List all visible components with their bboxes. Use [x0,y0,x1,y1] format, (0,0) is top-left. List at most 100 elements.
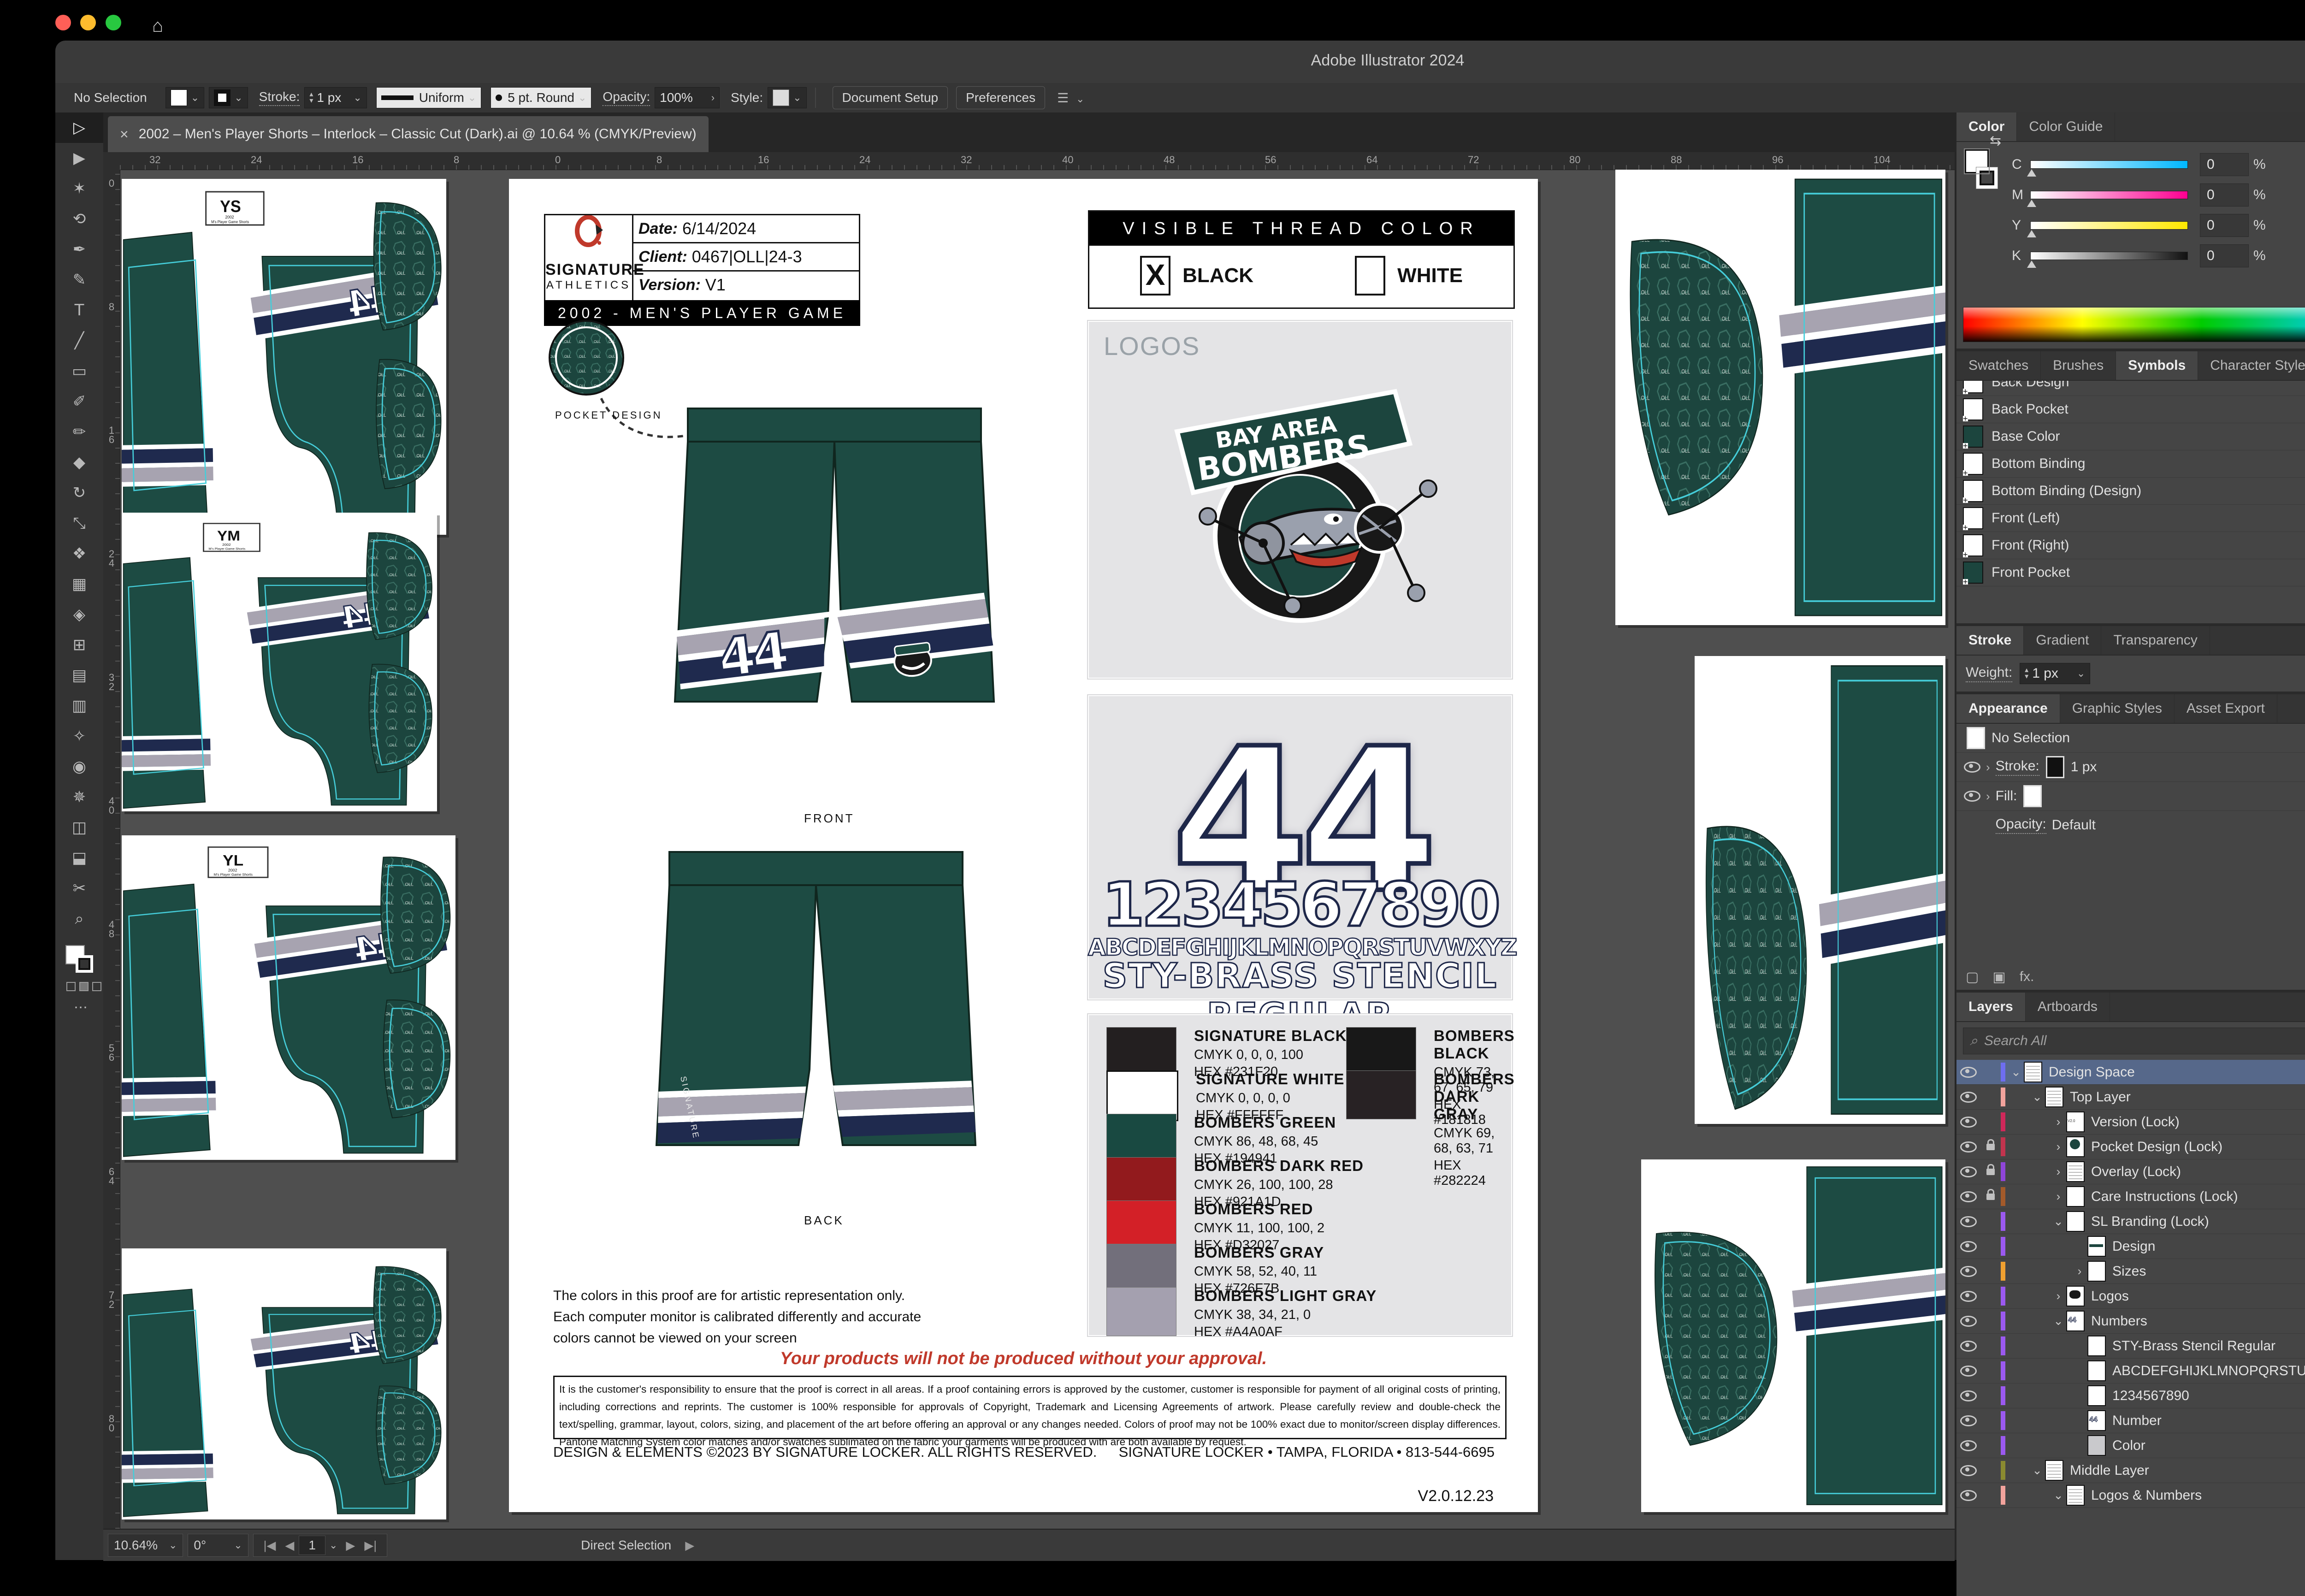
layer-name[interactable]: Design [2112,1239,2305,1254]
layer-name[interactable]: Color [2112,1438,2305,1454]
layer-row[interactable]: ⌄ Logos & Numbers [1956,1483,2305,1508]
fill-stroke-widget[interactable]: ⇆ [1965,149,1998,189]
rotate-tool[interactable]: ↻ [55,478,103,508]
color-channel-k[interactable]: K 0 % [1956,241,2305,271]
free-transform-tool[interactable]: ▦ [55,569,103,599]
stroke-label[interactable]: Stroke: [259,89,300,106]
symbol-item[interactable]: Front (Right) [1956,532,2305,559]
tab-symbols[interactable]: Symbols [2116,351,2198,380]
tab-color-guide[interactable]: Color Guide [2017,112,2115,141]
layer-name[interactable]: Sizes [2112,1264,2305,1279]
stroke-weight-input[interactable]: ▴▾1 px⌄ [304,87,366,108]
channel-slider[interactable] [2030,252,2188,260]
color-channel-m[interactable]: M 0 % [1956,180,2305,210]
visibility-eye-icon[interactable] [1960,1216,1977,1227]
layer-row[interactable]: › Overlay (Lock) [1956,1159,2305,1184]
graph-tool[interactable]: ◫ [55,812,103,843]
pattern-artboard-YM[interactable]: OLL YM 2002 M's Player Game Shorts 44 [122,513,437,811]
pattern-artboard-right[interactable]: OLL [1641,1159,1945,1512]
slice-tool[interactable]: ✂ [55,873,103,904]
pattern-artboard-YS[interactable]: OLL YS 2002 M's Player Game Shorts 44 [122,179,446,535]
tab-color[interactable]: Color [1956,112,2017,141]
layer-row[interactable]: › Logos [1956,1284,2305,1309]
symbol-item[interactable]: Base Color [1956,423,2305,450]
blend-tool[interactable]: ◉ [55,751,103,782]
window-minimize-button[interactable] [80,15,96,30]
style-picker[interactable]: ⌄ [768,87,806,108]
appearance-no-selection-row[interactable]: No Selection [1956,724,2305,753]
visibility-eye-icon[interactable] [1960,1092,1977,1103]
visibility-eye-icon[interactable] [1960,1291,1977,1302]
visibility-eye-icon[interactable] [1960,1067,1977,1078]
expand-chevron-icon[interactable]: ⌄ [2051,1314,2066,1328]
artboard-tool[interactable]: ⬓ [55,843,103,873]
draw-modes[interactable] [66,982,103,991]
pen-tool[interactable]: ✒ [55,234,103,265]
expand-chevron-icon[interactable]: › [2051,1115,2066,1129]
brush-definition-select[interactable]: 5 pt. Round⌄ [491,87,591,108]
main-proof-artboard[interactable]: SIGNATURE ATHLETICS Date:6/14/2024 Clien… [509,179,1538,1512]
layer-row[interactable]: Color [1956,1433,2305,1458]
shaper-tool[interactable]: ✏ [55,417,103,447]
layer-row[interactable]: › Sizes [1956,1259,2305,1284]
visibility-eye-icon[interactable] [1960,1266,1977,1277]
opacity-label[interactable]: Opacity: [603,89,650,106]
expand-chevron-icon[interactable]: ⌄ [2029,1090,2045,1104]
variable-width-profile-select[interactable]: Uniform⌄ [376,87,481,108]
visibility-eye-icon[interactable] [1960,1365,1977,1377]
channel-value-input[interactable]: 0 [2200,183,2249,207]
layer-name[interactable]: Numbers [2091,1313,2305,1329]
tab-gradient[interactable]: Gradient [2024,626,2101,655]
fill-stroke-indicator[interactable] [65,945,93,973]
expand-chevron-icon[interactable]: › [2051,1164,2066,1179]
symbol-item[interactable]: Front (Left) [1956,505,2305,532]
edit-toolbar-icon[interactable]: ⋯ [74,999,103,1016]
tab-layers[interactable]: Layers [1956,993,2026,1021]
visibility-eye-icon[interactable] [1960,1490,1977,1501]
magic-wand-tool[interactable]: ✶ [55,173,103,204]
channel-slider[interactable] [2030,221,2188,230]
window-close-button[interactable] [55,15,71,30]
color-spectrum-bar[interactable] [1963,307,2305,342]
layer-row[interactable]: ⌄ Design Space [1956,1060,2305,1085]
thread-checkbox[interactable]: X [1140,256,1170,296]
tab-brushes[interactable]: Brushes [2041,351,2116,380]
tab-character-styles[interactable]: Character Styles [2198,351,2305,380]
channel-value-input[interactable]: 0 [2200,214,2249,237]
tab-graphic-styles[interactable]: Graphic Styles [2060,694,2175,723]
new-fill-icon[interactable]: ▣ [1992,969,2005,985]
direct-selection-tool[interactable]: ▶ [55,143,103,173]
layer-row[interactable]: ⌄ 44 Numbers [1956,1309,2305,1334]
appearance-stroke-row[interactable]: › Stroke: 1 px [1956,753,2305,782]
visibility-eye-icon[interactable] [1960,1341,1977,1352]
line-segment-tool[interactable]: ╱ [55,325,103,356]
selection-tool[interactable]: ▷ [55,112,103,143]
lock-icon[interactable] [1986,1194,1995,1200]
expand-chevron-icon[interactable]: › [2051,1140,2066,1154]
new-stroke-icon[interactable]: ▢ [1966,969,1979,985]
scale-tool[interactable]: ⤡ [55,508,103,538]
visibility-eye-icon[interactable] [1960,1390,1977,1401]
layer-row[interactable]: ⌄ Middle Layer [1956,1458,2305,1483]
rectangle-tool[interactable]: ▭ [55,356,103,386]
fill-color-picker[interactable]: ⌄ [165,87,204,108]
layer-row[interactable]: 1234567890 [1956,1383,2305,1408]
layer-row[interactable]: ⌄ Top Layer [1956,1085,2305,1110]
tab-stroke[interactable]: Stroke [1956,626,2024,655]
layer-name[interactable]: Pocket Design (Lock) [2091,1139,2305,1155]
lock-icon[interactable] [1986,1144,1995,1150]
preferences-button[interactable]: Preferences [956,86,1045,109]
expand-chevron-icon[interactable]: ⌄ [2051,1488,2066,1502]
visibility-eye-icon[interactable] [1960,1241,1977,1252]
tab-swatches[interactable]: Swatches [1956,351,2041,380]
zoom-level-select[interactable]: 10.64%⌄ [108,1534,183,1557]
opacity-input[interactable]: 100%› [655,87,720,108]
symbol-item[interactable]: Bottom Binding [1956,450,2305,478]
tab-asset-export[interactable]: Asset Export [2175,694,2277,723]
shape-builder-tool[interactable]: ◈ [55,599,103,630]
layer-name[interactable]: Design Space [2049,1064,2305,1080]
visibility-eye-icon[interactable] [1960,1316,1977,1327]
visibility-eye-icon[interactable] [1960,1166,1977,1177]
expand-chevron-icon[interactable]: › [2051,1189,2066,1204]
current-tool-status[interactable]: Direct Selection [581,1538,671,1553]
